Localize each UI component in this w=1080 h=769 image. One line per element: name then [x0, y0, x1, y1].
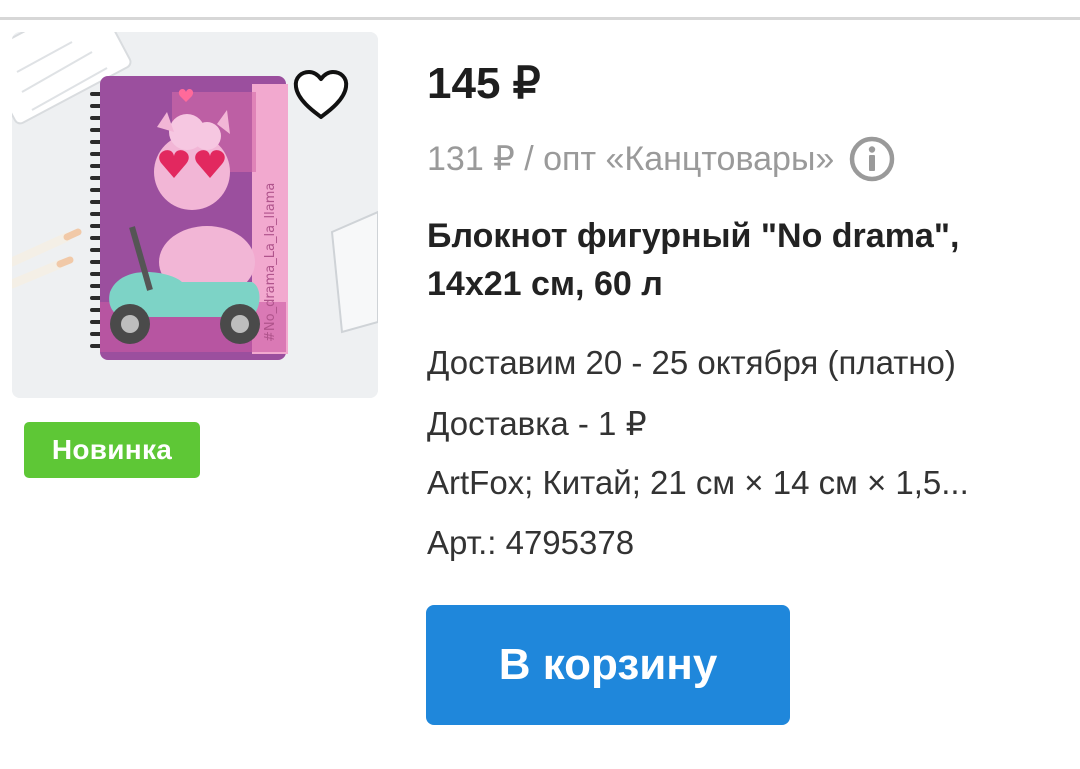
product-specs: ArtFox; Китай; 21 см × 14 см × 1,5... — [427, 464, 969, 501]
new-badge: Новинка — [24, 422, 200, 478]
wholesale-price-row: 131 ₽ / опт «Канцтовары» — [427, 134, 896, 184]
article-number: Арт.: 4795378 — [427, 524, 635, 561]
favorite-button[interactable] — [290, 66, 352, 124]
add-to-cart-button[interactable]: В корзину — [426, 605, 790, 725]
heart-outline-icon — [293, 70, 349, 119]
delivery-dates: Доставим 20 - 25 октября (платно) — [427, 344, 956, 381]
info-circle-icon[interactable] — [848, 135, 896, 183]
product-card: #No_drama_La_la_llama Новинка 145 ₽ 131 … — [0, 0, 1080, 769]
price: 145 ₽ — [427, 59, 541, 108]
cover-hashtag-text: #No_drama_La_la_llama — [263, 183, 278, 342]
wholesale-price: 131 ₽ / опт «Канцтовары» — [427, 140, 835, 178]
product-title[interactable]: Блокнот фигурный "No drama", 14х21 см, 6… — [427, 212, 1047, 308]
delivery-cost: Доставка - 1 ₽ — [427, 405, 647, 442]
